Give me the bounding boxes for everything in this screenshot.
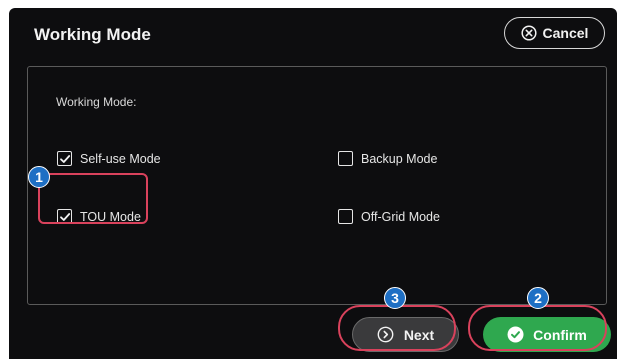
- tou-mode-highlight: [38, 173, 148, 224]
- dialog-title: Working Mode: [34, 25, 151, 44]
- checkbox-checked-icon[interactable]: [57, 151, 72, 166]
- option-label: Off-Grid Mode: [361, 209, 440, 224]
- step-3-badge: 3: [384, 287, 406, 309]
- section-label: Working Mode:: [56, 95, 137, 109]
- checkbox-unchecked-icon[interactable]: [338, 209, 353, 224]
- circle-x-icon: [520, 25, 537, 41]
- next-highlight: [338, 305, 456, 351]
- step-2-badge: 2: [527, 287, 549, 309]
- step-1-badge: 1: [28, 166, 50, 188]
- option-label: Backup Mode: [361, 151, 438, 166]
- option-backup-mode[interactable]: Backup Mode: [338, 151, 437, 166]
- confirm-highlight: [468, 305, 607, 351]
- option-label: Self-use Mode: [80, 151, 161, 166]
- cancel-label: Cancel: [542, 25, 589, 41]
- option-self-use-mode[interactable]: Self-use Mode: [57, 151, 161, 166]
- checkbox-unchecked-icon[interactable]: [338, 151, 353, 166]
- option-off-grid-mode[interactable]: Off-Grid Mode: [338, 209, 440, 224]
- cancel-button[interactable]: Cancel: [504, 17, 605, 49]
